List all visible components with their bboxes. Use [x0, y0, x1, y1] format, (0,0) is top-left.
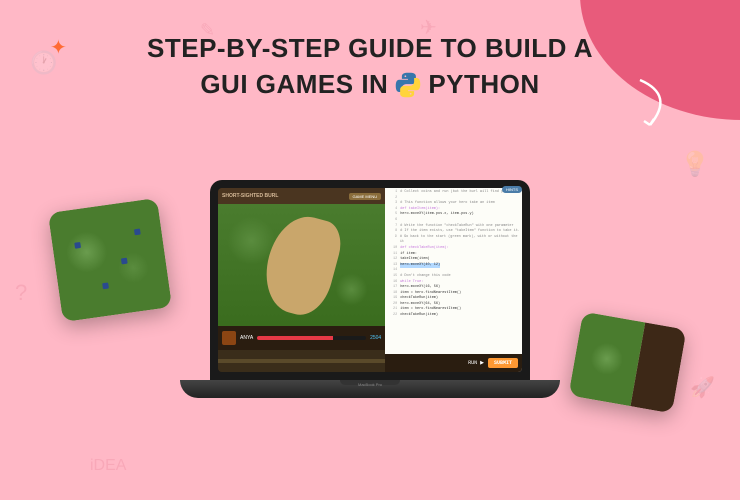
game-viewport[interactable] [218, 204, 385, 326]
code-footer: RUN ▶ SUBMIT [385, 354, 522, 372]
laptop-base: MacBook Pro [180, 380, 560, 398]
spark-icon: ✦ [50, 35, 67, 60]
title-line1: STEP-BY-STEP GUIDE TO BUILD A [147, 30, 593, 66]
title-text-after: PYTHON [428, 66, 539, 102]
laptop-mockup: HINTS SHORT-SIGHTED BURL GAME MENU ANYA … [180, 180, 560, 398]
gems-count: 2504 [370, 335, 381, 341]
terrain-strip [218, 350, 385, 372]
title-container: ✦ STEP-BY-STEP GUIDE TO BUILD A GUI GAME… [70, 30, 670, 103]
title-line2: GUI GAMES IN PYTHON [70, 66, 670, 102]
title-text-before: GUI GAMES IN [200, 66, 388, 102]
game-path [257, 209, 347, 321]
code-editor[interactable]: 1# Collect coins and run (but the burl w… [385, 188, 522, 354]
curved-arrow-icon [630, 75, 680, 135]
game-header: SHORT-SIGHTED BURL GAME MENU [218, 188, 385, 204]
doodle-bulb: 💡 [680, 150, 710, 179]
doodle-idea: iDEA [90, 457, 126, 475]
player-statusbar: ANYA 2504 [218, 326, 385, 350]
run-button[interactable]: RUN ▶ [468, 360, 484, 366]
level-name: SHORT-SIGHTED BURL [222, 193, 278, 199]
thumbnail-right [568, 312, 686, 414]
code-line: 22 checkTakeRun(item) [387, 313, 520, 319]
code-line: 9# Go back to the start (green mark), wi… [387, 235, 520, 246]
hints-badge[interactable]: HINTS [502, 186, 522, 193]
hp-bar [257, 336, 366, 340]
screen-content: SHORT-SIGHTED BURL GAME MENU ANYA 2504 1… [218, 188, 522, 372]
game-pane: SHORT-SIGHTED BURL GAME MENU ANYA 2504 [218, 188, 385, 372]
doodle-question: ? [15, 280, 27, 306]
player-avatar [222, 331, 236, 345]
player-name: ANYA [240, 335, 253, 341]
submit-button[interactable]: SUBMIT [488, 358, 518, 368]
doodle-rocket: 🚀 [690, 375, 715, 400]
laptop-screen: HINTS SHORT-SIGHTED BURL GAME MENU ANYA … [210, 180, 530, 380]
game-menu-button[interactable]: GAME MENU [349, 193, 382, 200]
python-logo-icon [394, 71, 422, 99]
laptop-model: MacBook Pro [358, 382, 382, 387]
thumbnail-game-view [48, 198, 172, 322]
code-line: 1# Collect coins and run (but the burl w… [387, 190, 520, 196]
code-pane: 1# Collect coins and run (but the burl w… [385, 188, 522, 372]
thumbnail-left [48, 198, 172, 322]
